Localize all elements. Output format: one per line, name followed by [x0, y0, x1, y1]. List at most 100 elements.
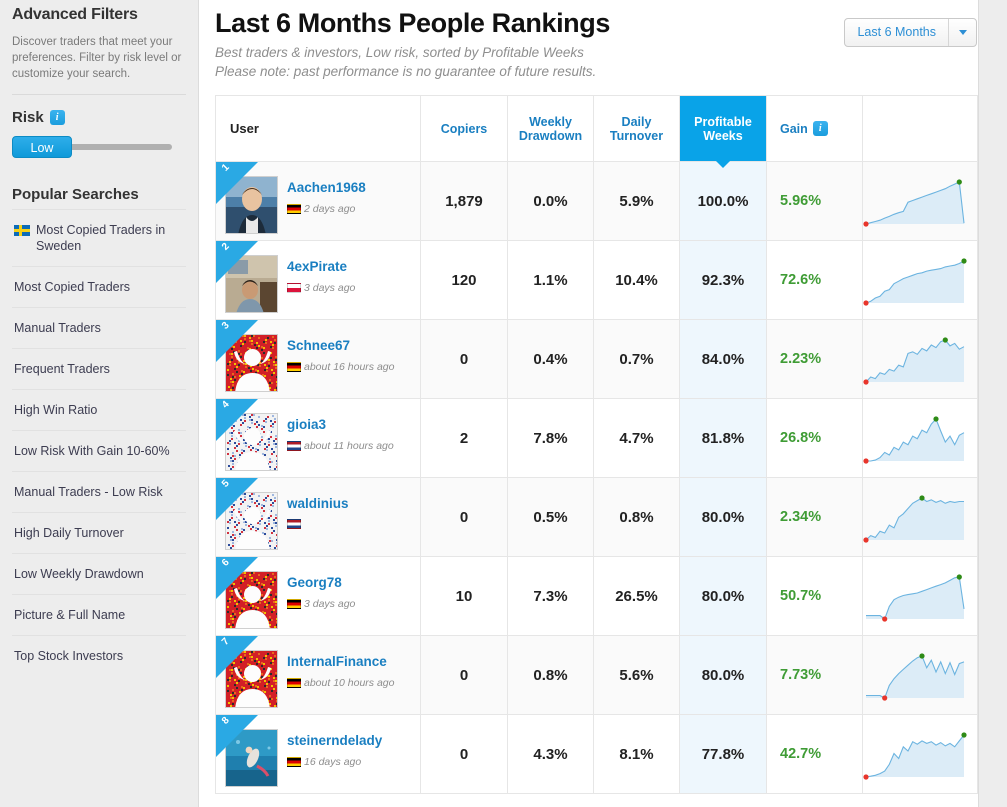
sidebar-title: Advanced Filters	[12, 6, 138, 23]
rank-number: 6	[220, 557, 232, 569]
username-link[interactable]: InternalFinance	[287, 654, 395, 669]
list-item[interactable]: Most Copied Traders in Sweden	[12, 209, 186, 266]
table-row[interactable]: 8 steinerndelady 16 days ago 0 4.3% 8.1%…	[215, 714, 978, 794]
list-item[interactable]: Frequent Traders	[12, 348, 186, 389]
user-meta: about 10 hours ago	[287, 677, 395, 689]
cell-profitable-weeks: 80.0%	[679, 635, 767, 715]
list-item[interactable]: Manual Traders - Low Risk	[12, 471, 186, 512]
cell-gain: 50.7%	[766, 556, 863, 636]
table-row[interactable]: 5 waldinius 0 0.5% 0.8% 80.0% 2.34%	[215, 477, 978, 557]
sidebar-divider	[12, 94, 186, 95]
list-item-label: Low Weekly Drawdown	[14, 567, 144, 581]
cell-sparkline[interactable]	[862, 714, 978, 794]
cell-sparkline[interactable]	[862, 556, 978, 636]
column-header-user[interactable]: User	[215, 95, 421, 162]
cell-weekly-drawdown: 0.4%	[507, 319, 594, 399]
flag-de-icon	[287, 757, 301, 767]
flag-nl-icon	[287, 519, 301, 529]
flag-sweden-icon	[14, 225, 30, 236]
table-row[interactable]: 6 Georg78 3 days ago 10 7.3% 26.5% 80.0%…	[215, 556, 978, 636]
cell-user: 5 waldinius	[215, 477, 421, 557]
cell-sparkline[interactable]	[862, 398, 978, 478]
cell-daily-turnover: 4.7%	[593, 398, 680, 478]
cell-daily-turnover: 5.9%	[593, 161, 680, 241]
table-row[interactable]: 4 gioia3 about 11 hours ago 2 7.8% 4.7% …	[215, 398, 978, 478]
cell-weekly-drawdown: 7.3%	[507, 556, 594, 636]
risk-slider-handle[interactable]: Low	[12, 136, 72, 158]
user-meta: 3 days ago	[287, 598, 355, 610]
column-header-gain[interactable]: Gain i	[766, 95, 863, 162]
sidebar-description: Discover traders that meet your preferen…	[12, 36, 182, 80]
list-item[interactable]: Low Risk With Gain 10-60%	[12, 430, 186, 471]
list-item-label: High Daily Turnover	[14, 526, 124, 540]
rank-badge: 6	[216, 557, 258, 599]
chevron-down-icon[interactable]	[948, 19, 976, 46]
rankings-table: User Copiers Weekly Drawdown Daily Turno…	[215, 95, 978, 794]
flag-nl-icon	[287, 441, 301, 451]
cell-copiers: 120	[420, 240, 508, 320]
table-row[interactable]: 7 InternalFinance about 10 hours ago 0 0…	[215, 635, 978, 715]
list-item[interactable]: High Daily Turnover	[12, 512, 186, 553]
cell-profitable-weeks: 84.0%	[679, 319, 767, 399]
table-body: 1 Aachen1968 2 days ago 1,879 0.0% 5.9% …	[215, 161, 978, 794]
flag-pl-icon	[287, 283, 301, 293]
table-row[interactable]: 1 Aachen1968 2 days ago 1,879 0.0% 5.9% …	[215, 161, 978, 241]
column-header-copiers[interactable]: Copiers	[420, 95, 508, 162]
period-selector[interactable]: Last 6 Months	[844, 18, 977, 47]
period-selector-label[interactable]: Last 6 Months	[845, 19, 948, 46]
table-row[interactable]: 3 Schnee67 about 16 hours ago 0 0.4% 0.7…	[215, 319, 978, 399]
popular-searches-heading: Popular Searches	[12, 186, 139, 203]
last-active-timestamp: 3 days ago	[304, 598, 356, 610]
table-header: User Copiers Weekly Drawdown Daily Turno…	[215, 95, 978, 169]
cell-copiers: 0	[420, 477, 508, 557]
risk-label: Risk	[12, 109, 44, 126]
rank-number: 2	[220, 241, 232, 253]
list-item[interactable]: Picture & Full Name	[12, 594, 186, 635]
username-link[interactable]: Georg78	[287, 575, 355, 590]
column-header-daily-turnover[interactable]: Daily Turnover	[593, 95, 680, 162]
column-header-weekly-drawdown[interactable]: Weekly Drawdown	[507, 95, 594, 162]
list-item[interactable]: Manual Traders	[12, 307, 186, 348]
cell-sparkline[interactable]	[862, 240, 978, 320]
cell-copiers: 0	[420, 319, 508, 399]
username-link[interactable]: Schnee67	[287, 338, 395, 353]
cell-sparkline[interactable]	[862, 319, 978, 399]
rank-badge: 1	[216, 162, 258, 204]
list-item[interactable]: Low Weekly Drawdown	[12, 553, 186, 594]
list-item[interactable]: Most Copied Traders	[12, 266, 186, 307]
username-link[interactable]: steinerndelady	[287, 733, 382, 748]
table-row[interactable]: 2 4exPirate 3 days ago 120 1.1% 10.4% 92…	[215, 240, 978, 320]
cell-profitable-weeks: 80.0%	[679, 556, 767, 636]
list-item-label: Manual Traders - Low Risk	[14, 485, 163, 499]
cell-daily-turnover: 10.4%	[593, 240, 680, 320]
last-active-timestamp: about 10 hours ago	[304, 677, 395, 689]
cell-sparkline[interactable]	[862, 635, 978, 715]
info-icon[interactable]: i	[49, 110, 65, 125]
cell-weekly-drawdown: 4.3%	[507, 714, 594, 794]
risk-slider[interactable]: Low	[12, 136, 186, 158]
flag-de-icon	[287, 204, 301, 214]
cell-sparkline[interactable]	[862, 477, 978, 557]
list-item[interactable]: Top Stock Investors	[12, 635, 186, 676]
column-header-chart	[862, 95, 978, 162]
last-active-timestamp: 3 days ago	[304, 282, 356, 294]
info-icon[interactable]: i	[812, 121, 828, 136]
cell-daily-turnover: 8.1%	[593, 714, 680, 794]
list-item[interactable]: High Win Ratio	[12, 389, 186, 430]
rank-badge: 8	[216, 715, 258, 757]
cell-profitable-weeks: 77.8%	[679, 714, 767, 794]
column-header-profitable-weeks[interactable]: Profitable Weeks	[679, 95, 767, 169]
cell-sparkline[interactable]	[862, 161, 978, 241]
risk-section-heading: Risk i	[12, 109, 186, 126]
cell-gain: 72.6%	[766, 240, 863, 320]
username-link[interactable]: Aachen1968	[287, 180, 366, 195]
rank-number: 8	[220, 715, 232, 727]
cell-gain: 42.7%	[766, 714, 863, 794]
user-meta	[287, 519, 349, 529]
username-link[interactable]: waldinius	[287, 496, 349, 511]
right-gutter	[978, 0, 1007, 807]
username-link[interactable]: gioia3	[287, 417, 394, 432]
flag-de-icon	[287, 678, 301, 688]
cell-user: 2 4exPirate 3 days ago	[215, 240, 421, 320]
username-link[interactable]: 4exPirate	[287, 259, 355, 274]
